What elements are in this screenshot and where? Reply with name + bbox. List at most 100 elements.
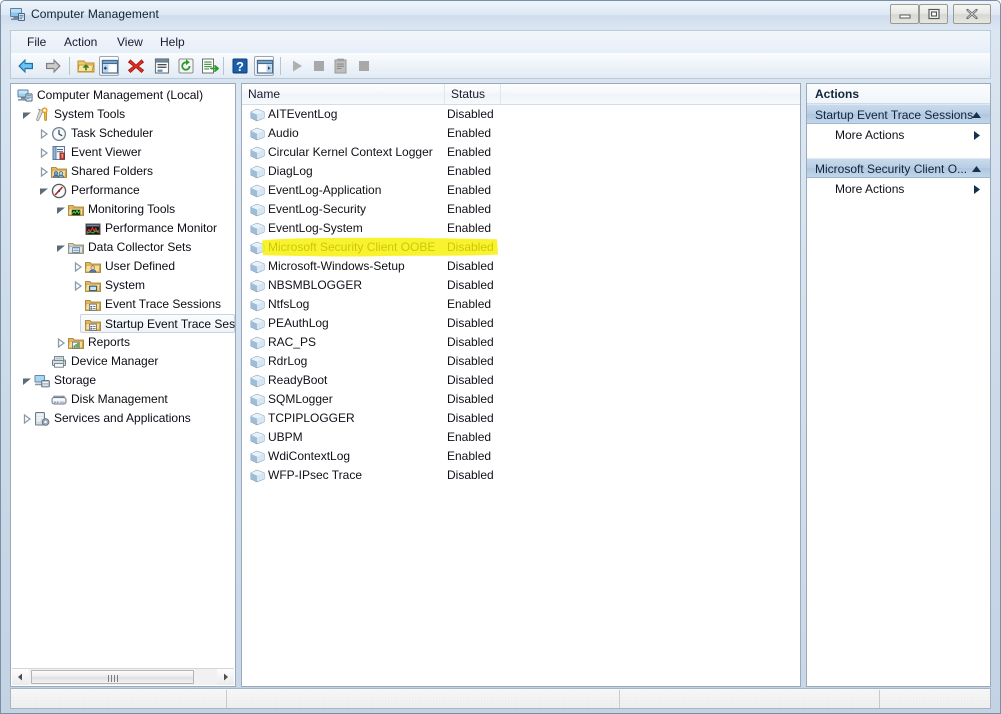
refresh-icon[interactable] [176,56,196,76]
help-icon[interactable]: ? [230,56,250,76]
actions-more-actions-startup[interactable]: More Actions [807,125,990,145]
tree-node-system-tools[interactable]: System Tools [11,105,235,124]
list-row[interactable]: RdrLog Disabled [242,352,800,371]
menu-help[interactable]: Help [153,34,192,51]
actions-section-header-msclient[interactable]: Microsoft Security Client O... [807,158,990,178]
export-list-icon[interactable] [200,56,220,76]
expand-triangle-icon[interactable] [20,409,34,428]
list-row-name: RdrLog [268,352,307,371]
forward-icon[interactable] [43,56,63,76]
list-row[interactable]: AITEventLogDisabled [242,105,800,124]
list-row[interactable]: WdiContextLogEnabled [242,447,800,466]
close-button[interactable] [953,4,991,24]
collapse-triangle-icon[interactable] [20,371,34,390]
list-row[interactable]: EventLog-SecurityEnabled [242,200,800,219]
collapse-triangle-icon[interactable] [54,238,68,257]
tree-node-data-collector-sets[interactable]: Data Collector Sets [11,238,235,257]
tree-node-performance[interactable]: Performance [11,181,235,200]
status-separator-1 [226,690,227,708]
tree-node-label: Performance [71,181,140,200]
list-row[interactable]: NBSMBLOGGERDisabled [242,276,800,295]
tree-node-user-defined[interactable]: User Defined [11,257,235,276]
tree-node-startup-event-trace-ses[interactable]: Startup Event Trace Ses [80,314,235,333]
back-icon[interactable] [16,56,36,76]
tree-horizontal-scrollbar[interactable] [12,668,234,685]
delete-icon[interactable] [126,56,146,76]
expand-triangle-icon[interactable] [37,162,51,181]
list-row[interactable]: RAC_PSDisabled [242,333,800,352]
list-row[interactable]: TCPIPLOGGERDisabled [242,409,800,428]
expand-triangle-icon[interactable] [37,143,51,162]
scroll-left-arrow[interactable] [12,669,29,685]
scroll-right-arrow[interactable] [217,669,234,685]
expand-triangle-icon[interactable] [71,276,85,295]
list-row-name: Microsoft Security Client OOBE [268,238,435,257]
collapse-triangle-icon[interactable] [54,200,68,219]
list-row[interactable]: Microsoft-Windows-SetupDisabled [242,257,800,276]
tree-node-services-and-applications[interactable]: Services and Applications [11,409,235,428]
tree-node-monitoring-tools[interactable]: Monitoring Tools [11,200,235,219]
horizontal-scroll-thumb[interactable] [31,670,194,684]
tree-node-disk-management[interactable]: Disk Management [11,390,235,409]
show-hide-tree-icon[interactable] [99,56,119,76]
chevron-up-icon-2 [972,166,981,172]
list-row[interactable]: Microsoft Security Client OOBEDisabled [242,238,800,257]
list-row[interactable]: Circular Kernel Context LoggerEnabled [242,143,800,162]
list-row-status: Disabled [447,314,494,333]
trace-session-cube-icon [250,412,265,426]
trace-session-cube-icon [250,184,265,198]
list-row-name: Microsoft-Windows-Setup [268,257,405,276]
tree-node-reports[interactable]: Reports [11,333,235,352]
restore-button[interactable] [919,4,948,24]
collapse-triangle-icon[interactable] [20,105,34,124]
tree-node-shared-folders[interactable]: Shared Folders [11,162,235,181]
list-row-status: Disabled [447,352,494,371]
list-row[interactable]: WFP-IPsec TraceDisabled [242,466,800,485]
show-action-pane-icon[interactable] [254,56,274,76]
window-title: Computer Management [31,7,159,21]
list-row[interactable]: EventLog-SystemEnabled [242,219,800,238]
trace-session-cube-icon [250,222,265,236]
minimize-button[interactable] [890,4,919,24]
collapse-triangle-icon[interactable] [37,181,51,200]
system-folder-icon [85,278,101,294]
column-header-name[interactable]: Name [242,84,445,104]
actions-section-header-startup[interactable]: Startup Event Trace Sessions [807,104,990,124]
tree-node-label: Monitoring Tools [88,200,175,219]
tree-node-task-scheduler[interactable]: Task Scheduler [11,124,235,143]
tree-node-computer-management-local[interactable]: Computer Management (Local) [11,86,235,105]
list-row[interactable]: AudioEnabled [242,124,800,143]
expand-triangle-icon[interactable] [54,333,68,352]
expand-triangle-icon[interactable] [37,124,51,143]
list-row-status: Disabled [447,105,494,124]
column-header-blank[interactable] [501,84,800,104]
list-row[interactable]: EventLog-ApplicationEnabled [242,181,800,200]
list-row-status: Enabled [447,181,491,200]
expand-triangle-icon[interactable] [71,257,85,276]
tree-node-device-manager[interactable]: Device Manager [11,352,235,371]
tree-node-system[interactable]: System [11,276,235,295]
list-row-name: NtfsLog [268,295,309,314]
list-row[interactable]: UBPMEnabled [242,428,800,447]
tree-node-storage[interactable]: Storage [11,371,235,390]
tree-node-label: Services and Applications [54,409,191,428]
list-row[interactable]: PEAuthLogDisabled [242,314,800,333]
status-separator-2 [619,690,620,708]
tree-node-performance-monitor[interactable]: Performance Monitor [11,219,235,238]
menu-file[interactable]: File [20,34,53,51]
properties-icon[interactable] [152,56,172,76]
menu-view[interactable]: View [110,34,150,51]
toolbar-separator [69,57,70,75]
column-header-status[interactable]: Status [445,84,501,104]
device-manager-icon [51,354,67,370]
menu-action[interactable]: Action [57,34,104,51]
list-row[interactable]: ReadyBootDisabled [242,371,800,390]
up-folder-icon[interactable] [76,56,96,76]
tree-node-event-trace-sessions[interactable]: Event Trace Sessions [11,295,235,314]
list-row[interactable]: NtfsLogEnabled [242,295,800,314]
actions-more-actions-msclient[interactable]: More Actions [807,179,990,199]
tree-node-event-viewer[interactable]: !Event Viewer [11,143,235,162]
list-row[interactable]: SQMLoggerDisabled [242,390,800,409]
trace-session-cube-icon [250,241,265,255]
list-row[interactable]: DiagLogEnabled [242,162,800,181]
